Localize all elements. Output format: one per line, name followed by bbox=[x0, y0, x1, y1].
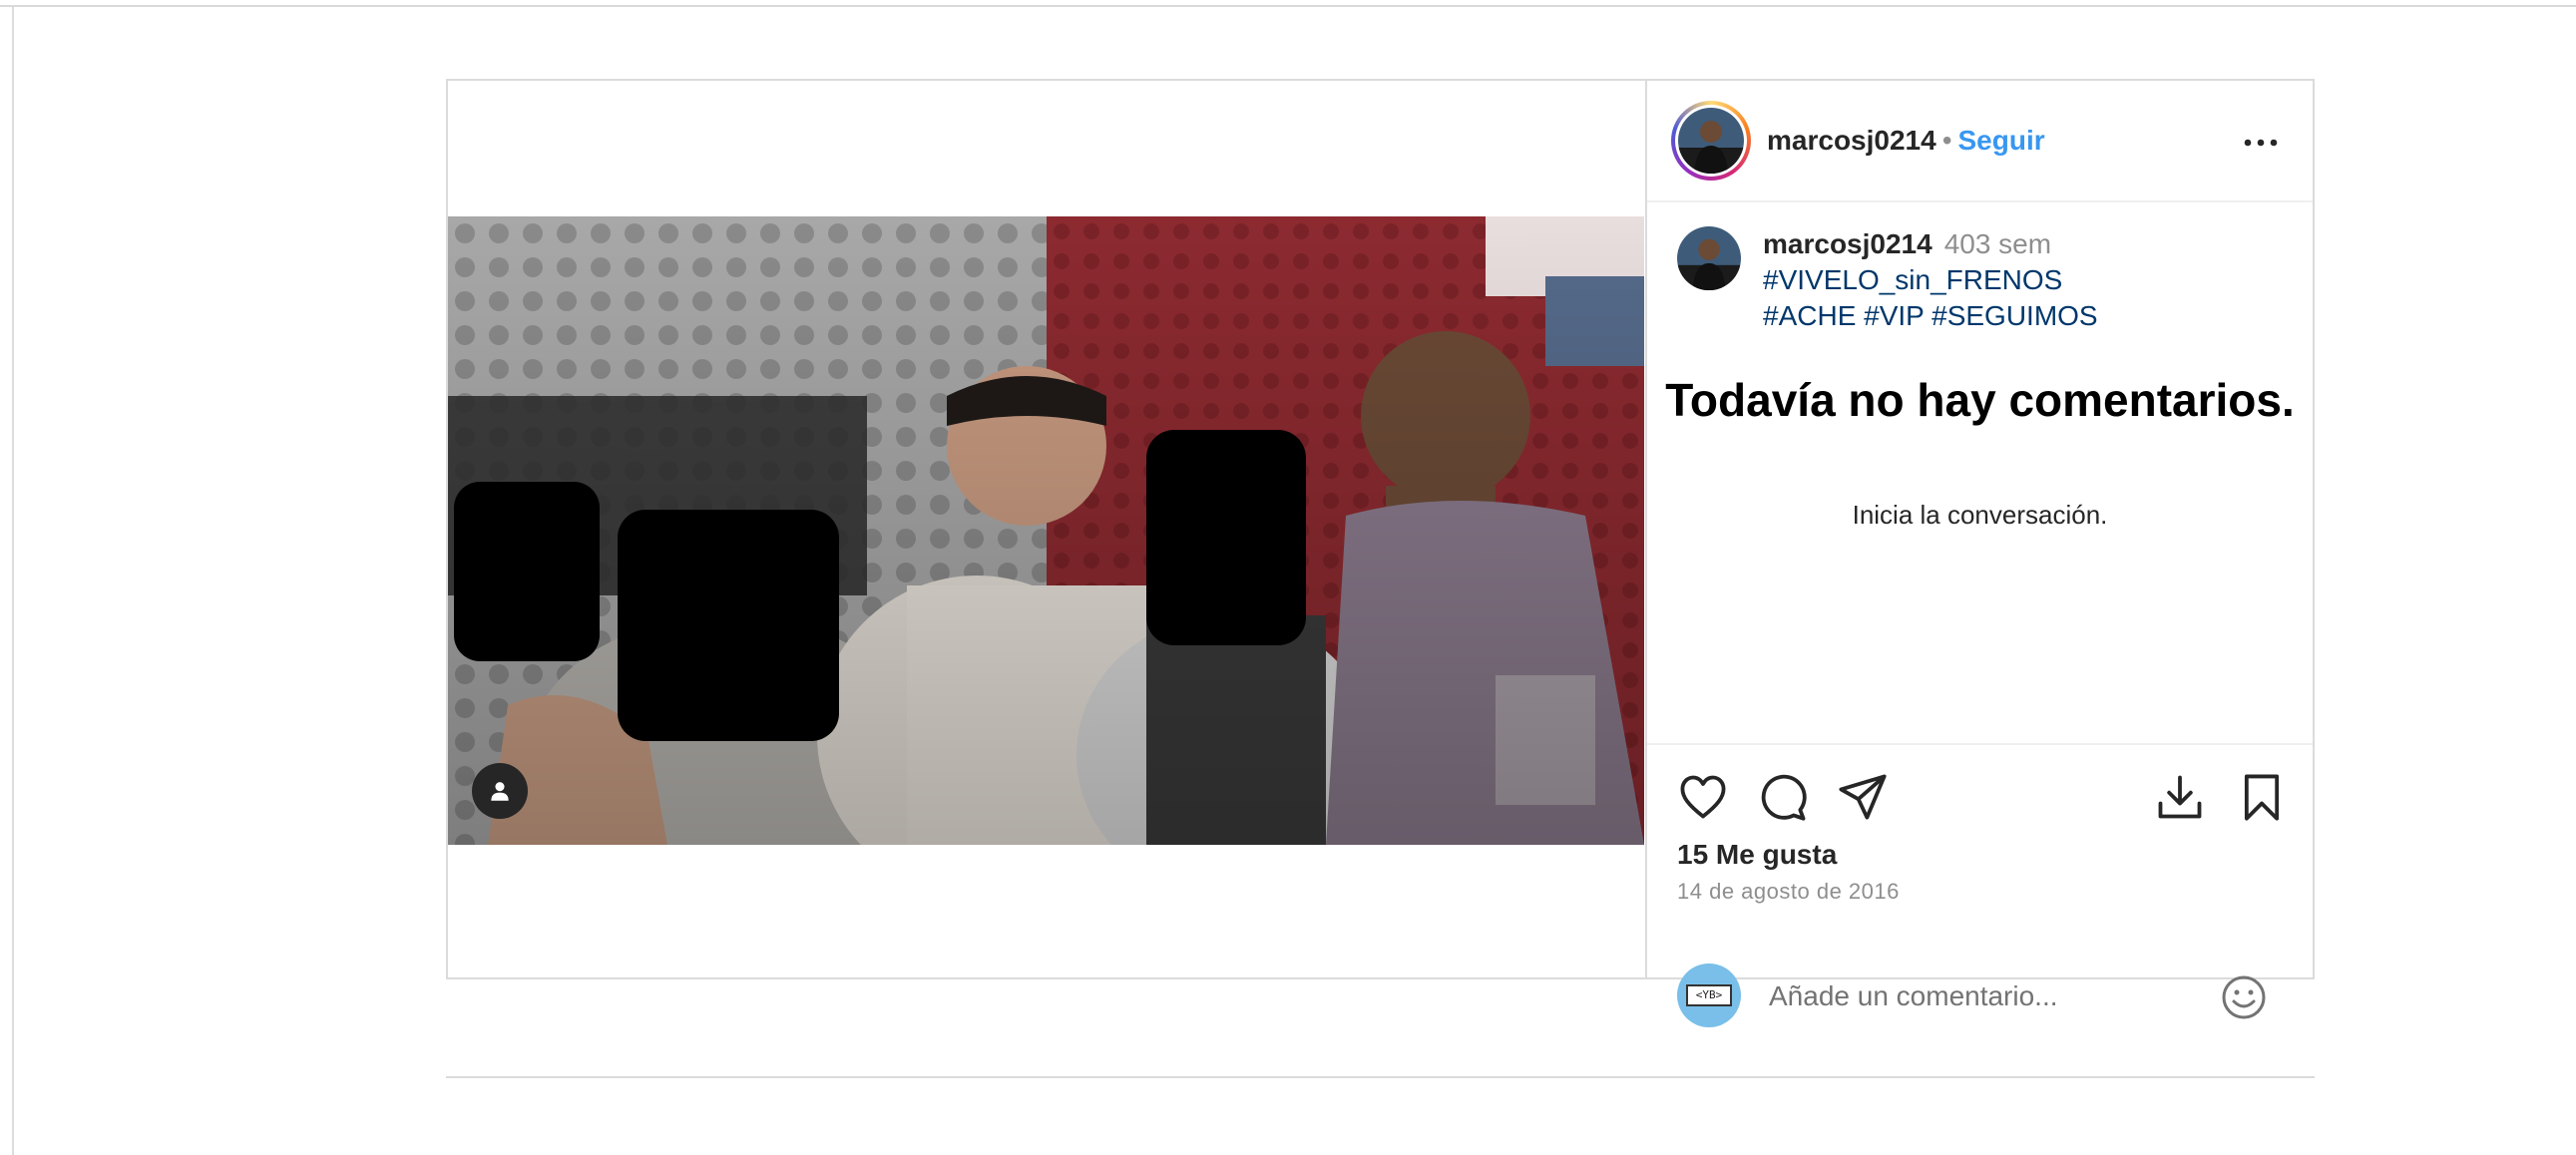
comment-input[interactable] bbox=[1767, 973, 2210, 1019]
top-divider bbox=[0, 5, 2576, 7]
follow-button[interactable]: Seguir bbox=[1958, 125, 2045, 156]
post-date[interactable]: 14 de agosto de 2016 bbox=[1677, 879, 1900, 905]
caption-author-avatar[interactable] bbox=[1677, 226, 1741, 290]
hashtag-line-2[interactable]: #ACHE #VIP #SEGUIMOS bbox=[1763, 298, 2282, 334]
like-heart-icon[interactable] bbox=[1677, 771, 1729, 823]
post-media bbox=[448, 81, 1644, 977]
more-options-icon[interactable] bbox=[2236, 125, 2286, 161]
author-avatar bbox=[1678, 108, 1744, 174]
author-avatar-story-ring[interactable] bbox=[1671, 101, 1751, 181]
viewer-avatar: <YB> bbox=[1677, 963, 1741, 1027]
post-photo[interactable] bbox=[448, 216, 1644, 845]
empty-comments-title: Todavía no hay comentarios. bbox=[1665, 374, 2295, 426]
share-paper-plane-icon[interactable] bbox=[1837, 771, 1889, 823]
action-bar bbox=[1647, 743, 2313, 853]
emoji-smiley-icon[interactable] bbox=[2220, 973, 2268, 1021]
caption-text: marcosj0214 403 sem #VIVELO_sin_FRENOS #A… bbox=[1763, 226, 2282, 334]
empty-comments-subtitle: Inicia la conversación. bbox=[1852, 500, 2108, 530]
caption-area: marcosj0214 403 sem #VIVELO_sin_FRENOS #A… bbox=[1647, 202, 2313, 745]
separator-dot: • bbox=[1941, 125, 1952, 156]
viewer-avatar-text: <YB> bbox=[1686, 984, 1732, 1006]
likes-count[interactable]: 15 Me gusta bbox=[1677, 839, 1837, 871]
bookmark-icon[interactable] bbox=[2236, 771, 2288, 823]
caption-time[interactable]: 403 sem bbox=[1944, 228, 2051, 259]
post-header: marcosj0214 • Seguir bbox=[1647, 81, 2313, 202]
author-username[interactable]: marcosj0214 bbox=[1767, 125, 1936, 156]
left-divider bbox=[12, 7, 14, 1155]
bottom-divider bbox=[446, 1076, 2315, 1078]
download-icon[interactable] bbox=[2154, 771, 2206, 823]
user-tag-icon[interactable] bbox=[472, 763, 528, 819]
header-user-line: marcosj0214 • Seguir bbox=[1767, 125, 2045, 157]
post-sidebar: marcosj0214 • Seguir marcosj0214 403 sem #V… bbox=[1645, 81, 2313, 1027]
post-card: marcosj0214 • Seguir marcosj0214 403 sem #V… bbox=[446, 79, 2315, 1027]
caption-username[interactable]: marcosj0214 bbox=[1763, 228, 1932, 259]
hashtag-line-1[interactable]: #VIVELO_sin_FRENOS bbox=[1763, 262, 2282, 298]
comment-bubble-icon[interactable] bbox=[1757, 771, 1809, 823]
